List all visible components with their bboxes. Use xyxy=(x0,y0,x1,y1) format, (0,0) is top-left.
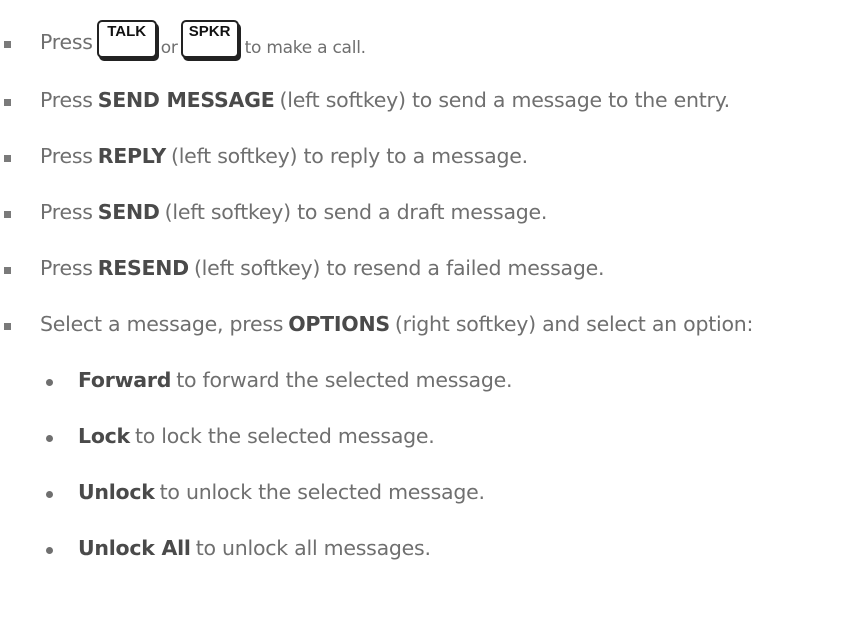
item-text-pre: Press xyxy=(40,200,93,224)
item-text-mid: or xyxy=(160,38,178,58)
item-text-pre: Press xyxy=(40,256,93,280)
list-item: Press TALK or SPKR to make a call. xyxy=(0,20,866,62)
option-keyword: Lock xyxy=(78,424,130,448)
item-text-post: (left softkey) to send a message to the … xyxy=(279,88,731,112)
talk-key-label: TALK xyxy=(107,22,147,40)
sub-list-item: Unlock to unlock the selected message. xyxy=(0,472,866,512)
round-bullet-icon xyxy=(46,379,53,386)
sub-list-item: Forward to forward the selected message. xyxy=(0,360,866,400)
list-item: Select a message, press OPTIONS (right s… xyxy=(0,304,866,344)
square-bullet-icon xyxy=(4,323,11,330)
spkr-key-icon: SPKR xyxy=(180,20,239,58)
item-keyword: SEND xyxy=(97,200,160,224)
list-item: Press SEND MESSAGE (left softkey) to sen… xyxy=(0,80,866,120)
square-bullet-icon xyxy=(4,155,11,162)
item-text-post: (left softkey) to reply to a message. xyxy=(170,144,528,168)
item-text-pre: Press xyxy=(40,88,93,112)
square-bullet-icon xyxy=(4,41,11,48)
spkr-key-label: SPKR xyxy=(188,22,231,40)
round-bullet-icon xyxy=(46,491,53,498)
list-item: Press SEND (left softkey) to send a draf… xyxy=(0,192,866,232)
square-bullet-icon xyxy=(4,267,11,274)
item-text-post: to make a call. xyxy=(244,38,367,58)
sub-list-item: Unlock All to unlock all messages. xyxy=(0,528,866,568)
item-text-post: (left softkey) to send a draft message. xyxy=(164,200,548,224)
square-bullet-icon xyxy=(4,99,11,106)
item-keyword: REPLY xyxy=(97,144,167,168)
option-keyword: Unlock All xyxy=(78,536,191,560)
item-text-pre: Press xyxy=(40,30,93,54)
item-text-post: (right softkey) and select an option: xyxy=(394,312,754,336)
option-description: to forward the selected message. xyxy=(176,368,513,392)
instruction-list: Press TALK or SPKR to make a call. Press… xyxy=(0,0,866,620)
option-keyword: Unlock xyxy=(78,480,155,504)
option-description: to lock the selected message. xyxy=(134,424,435,448)
round-bullet-icon xyxy=(46,547,53,554)
square-bullet-icon xyxy=(4,211,11,218)
item-text-post: (left softkey) to resend a failed messag… xyxy=(193,256,605,280)
option-description: to unlock the selected message. xyxy=(159,480,485,504)
item-keyword: SEND MESSAGE xyxy=(97,88,275,112)
item-keyword: RESEND xyxy=(97,256,189,280)
round-bullet-icon xyxy=(46,435,53,442)
item-text-pre: Select a message, press xyxy=(40,312,284,336)
list-item: Press REPLY (left softkey) to reply to a… xyxy=(0,136,866,176)
sub-list-item: Lock to lock the selected message. xyxy=(0,416,866,456)
item-keyword: OPTIONS xyxy=(288,312,390,336)
item-text-pre: Press xyxy=(40,144,93,168)
talk-key-icon: TALK xyxy=(96,20,157,58)
option-keyword: Forward xyxy=(78,368,172,392)
list-item: Press RESEND (left softkey) to resend a … xyxy=(0,248,866,288)
option-description: to unlock all messages. xyxy=(195,536,431,560)
